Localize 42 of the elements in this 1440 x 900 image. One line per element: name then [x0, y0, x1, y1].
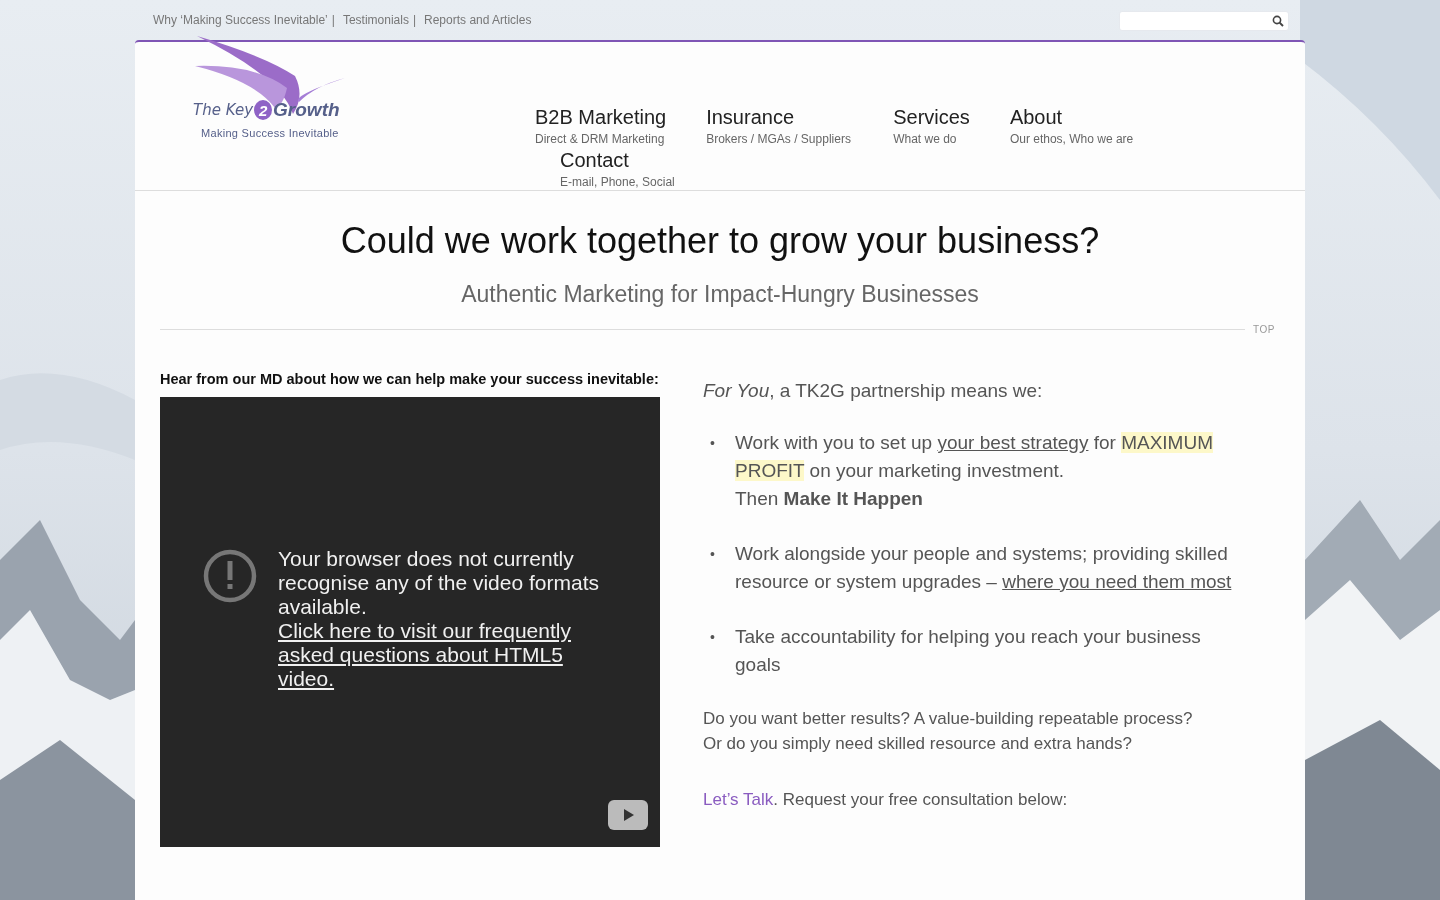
logo-tagline: Making Success Inevitable: [201, 127, 340, 139]
search-field[interactable]: [1119, 11, 1289, 31]
text-link[interactable]: where you need them most: [1002, 571, 1232, 592]
top-nav-link[interactable]: Why ‘Making Success Inevitable’: [153, 13, 328, 27]
headline: Could we work together to grow your business?: [339, 219, 1101, 263]
subheadline: Authentic Marketing for Impact-Hungry Businesses: [460, 281, 980, 308]
top-nav-link[interactable]: Testimonials: [342, 13, 409, 27]
nav-subtitle: Brokers / MGAs / Suppliers: [706, 131, 852, 148]
link-separator: |: [331, 13, 335, 27]
play-icon[interactable]: [608, 800, 648, 830]
question-text: Do you want better results? A value-building repeatable process?: [703, 708, 1194, 730]
nav-link[interactable]: Insurance: [706, 106, 854, 128]
video-heading: Hear from our MD about how we can help make your success inevitable:: [160, 371, 660, 387]
question-text: Or do you simply need skilled resource and extra hands?: [703, 733, 1133, 755]
nav-subtitle: Direct & DRM Marketing: [535, 131, 666, 148]
warning-icon: [203, 549, 257, 603]
logo-text: The Key: [193, 101, 254, 119]
cta-text: Let’s Talk. Request your free consultation below:: [703, 789, 1069, 811]
video-help-link[interactable]: Click here to visit our frequently asked questions about HTML5 video.: [278, 619, 623, 691]
nav-link[interactable]: About: [1009, 106, 1134, 128]
nav-subtitle: Our ethos, Who we are: [1009, 131, 1134, 148]
logo-digit: 2: [254, 100, 273, 120]
bullet-item: Take accountability for helping you reach your business goals: [735, 625, 1202, 677]
video-error-message: Your browser does not currently recognise any of the video formats available.: [278, 547, 600, 619]
nav-subtitle: E-mail, Phone, Social: [560, 174, 675, 191]
bullet-marker: •: [710, 434, 716, 453]
bullet-marker: •: [710, 545, 716, 564]
intro-text: For You, a TK2G partnership means we:: [703, 379, 1044, 403]
text-link[interactable]: your best strategy: [937, 432, 1089, 453]
search-icon: [1272, 15, 1284, 27]
video-player[interactable]: Your browser does not currently recognise any of the video formats available. Click here to visit our frequently asked questions about HTML5 video.: [160, 397, 660, 847]
bullet-item: Work alongside your people and systems; providing skilled resource or system upgrades – where you need them most: [735, 542, 1233, 594]
nav-link[interactable]: B2B Marketing: [535, 106, 667, 128]
nav-link[interactable]: Contact: [560, 149, 675, 171]
text-link[interactable]: Let’s Talk: [703, 790, 774, 809]
bullet-marker: •: [710, 628, 716, 647]
logo-text: Growth: [273, 99, 340, 121]
top-nav-link[interactable]: Reports and Articles: [424, 13, 532, 27]
bullet-item: Work with you to set up your best strategy for MAXIMUM PROFIT on your marketing investment. Then Make It Happen: [735, 431, 1214, 511]
nav-subtitle: What we do: [893, 131, 958, 148]
link-separator: |: [412, 13, 417, 27]
nav-link[interactable]: Services: [893, 106, 970, 128]
